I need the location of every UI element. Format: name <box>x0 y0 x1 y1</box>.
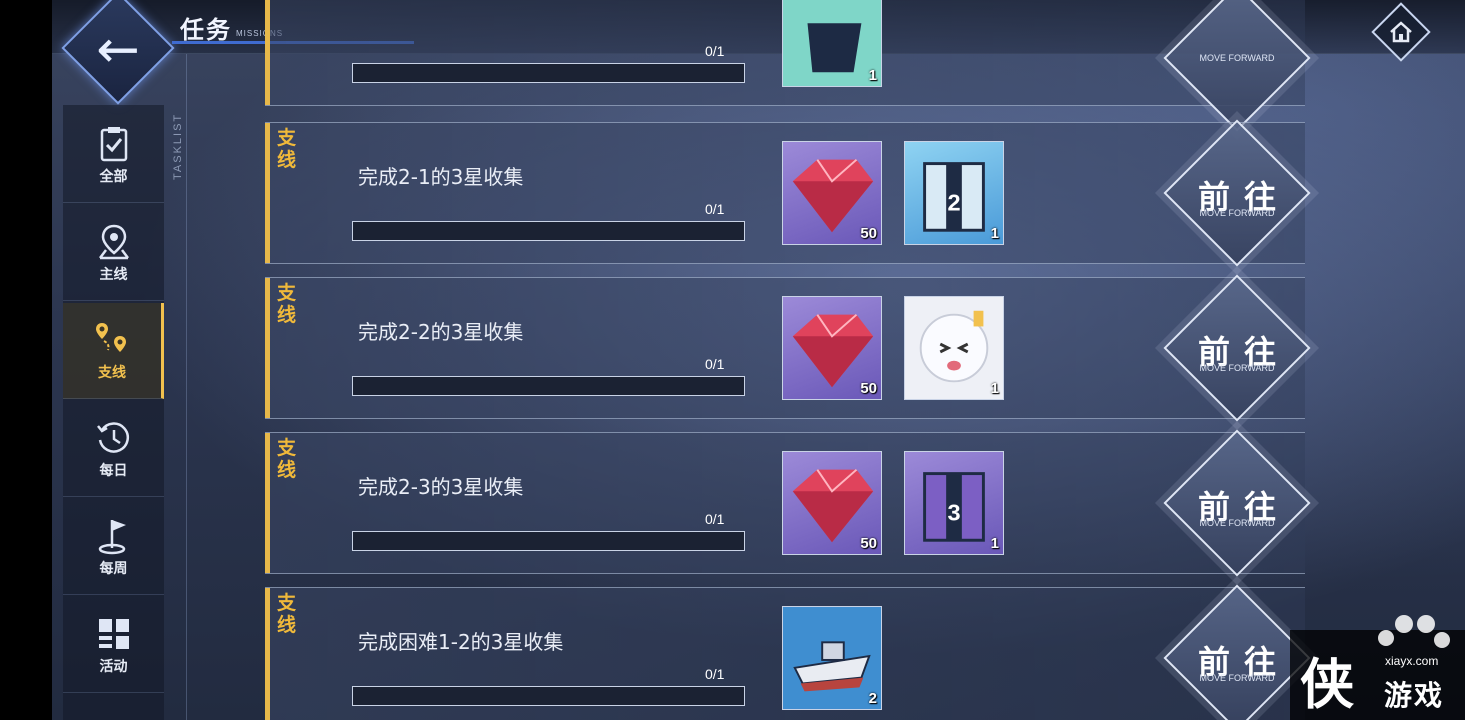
progress-text: 0/1 <box>705 666 725 682</box>
progress-text: 0/1 <box>705 43 725 59</box>
progress-text: 0/1 <box>705 511 725 527</box>
reward-item[interactable]: 2 <box>782 606 882 710</box>
svg-text:2: 2 <box>947 190 960 216</box>
mission-title: 完成困难1-2的3星收集 <box>358 630 564 654</box>
go-button-sub: MOVE FORWARD <box>1199 518 1275 528</box>
reward-count: 2 <box>868 690 877 707</box>
sidebar-item-all[interactable]: 全部 <box>63 107 164 203</box>
reward-count: 1 <box>868 67 877 84</box>
home-icon[interactable] <box>1387 18 1415 46</box>
flag-icon <box>98 519 126 554</box>
mission-title: 完成2-2的3星收集 <box>358 320 524 344</box>
progress-bar <box>352 531 745 551</box>
event-grid-icon <box>98 618 129 649</box>
warship-icon <box>783 607 881 709</box>
reward-count: 1 <box>990 535 999 552</box>
row-accent <box>265 0 270 105</box>
reward-count: 50 <box>860 380 877 397</box>
history-clock-icon <box>96 421 129 453</box>
sidebar-item-label: 主线 <box>99 266 128 283</box>
reward-item[interactable]: 3 1 <box>904 451 1004 555</box>
go-button-sub: MOVE FORWARD <box>1199 53 1275 63</box>
sidebar-item-label: 支线 <box>98 364 126 381</box>
mission-title: 完成2-3的3星收集 <box>358 475 524 499</box>
sidebar-divider <box>186 54 187 720</box>
reward-item[interactable]: 1 <box>904 296 1004 400</box>
watermark-logo: 侠 <box>1300 653 1354 716</box>
mission-row: 支线 完成2-3的3星收集 0/1 50 3 1 <box>265 432 1305 574</box>
sidebar-item-main[interactable]: 主线 <box>63 205 164 301</box>
watermark-name: 游戏 <box>1384 679 1445 712</box>
mission-tag: 支线 <box>277 437 297 481</box>
sidebar-item-side[interactable]: 支线 <box>63 303 164 399</box>
go-button-sub: MOVE FORWARD <box>1199 208 1275 218</box>
reward-item[interactable]: 50 <box>782 296 882 400</box>
progress-bar <box>352 686 745 706</box>
reward-item[interactable]: 50 <box>782 141 882 245</box>
mission-tag: 支线 <box>277 592 297 636</box>
mission-title: 完成2-1的3星收集 <box>358 165 524 189</box>
clipboard-icon <box>100 126 127 161</box>
reward-count: 50 <box>860 535 877 552</box>
mission-row: 支线 完成困难1-2的3星收集 0/1 2 <box>265 587 1305 720</box>
mission-row: 支线 完成2-2的3星收集 0/1 50 1 <box>265 277 1305 419</box>
progress-text: 0/1 <box>705 356 725 372</box>
sidebar-item-weekly[interactable]: 每周 <box>63 499 164 595</box>
watermark-site: xiayx.com <box>1385 654 1439 668</box>
row-accent <box>265 278 270 418</box>
tech-box-2-icon: 2 <box>923 162 985 232</box>
sidebar-item-event[interactable]: 活动 <box>63 597 164 693</box>
reward-count: 1 <box>990 380 999 397</box>
mission-tag: 支线 <box>277 127 297 171</box>
progress-bar <box>352 63 745 83</box>
character-portrait-icon <box>919 310 989 383</box>
reward-item[interactable]: 2 1 <box>904 141 1004 245</box>
mission-row: 支线 完成2-1的3星收集 0/1 50 2 1 <box>265 122 1305 264</box>
progress-bar <box>352 376 745 396</box>
reward-item[interactable]: 1 <box>782 0 882 87</box>
sidebar-item-label: 每周 <box>99 560 128 577</box>
page-title: 任务 <box>180 16 232 44</box>
tasklist-label: TASKLIST <box>172 112 184 180</box>
ship-icon <box>783 0 881 86</box>
map-pin-icon <box>98 224 129 259</box>
mission-tag: 支线 <box>277 282 297 326</box>
reward-item[interactable]: 50 <box>782 451 882 555</box>
go-button-sub: MOVE FORWARD <box>1199 363 1275 373</box>
sidebar-item-label: 活动 <box>99 658 128 675</box>
reward-count: 50 <box>860 225 877 242</box>
route-pins-icon <box>96 322 126 352</box>
progress-text: 0/1 <box>705 201 725 217</box>
screen-edge <box>0 0 52 720</box>
mission-row: 0/1 1 <box>265 0 1305 106</box>
row-accent <box>265 588 270 720</box>
sidebar-item-daily[interactable]: 每日 <box>63 401 164 497</box>
progress-bar <box>352 221 745 241</box>
reward-count: 1 <box>990 225 999 242</box>
sidebar-item-label: 每日 <box>99 462 128 479</box>
svg-text:3: 3 <box>947 500 960 526</box>
back-arrow-icon[interactable]: ← <box>90 20 146 80</box>
sidebar-item-label: 全部 <box>99 168 128 185</box>
row-accent <box>265 123 270 263</box>
row-accent <box>265 433 270 573</box>
go-button-sub: MOVE FORWARD <box>1199 673 1275 683</box>
tech-box-3-icon: 3 <box>923 472 985 542</box>
